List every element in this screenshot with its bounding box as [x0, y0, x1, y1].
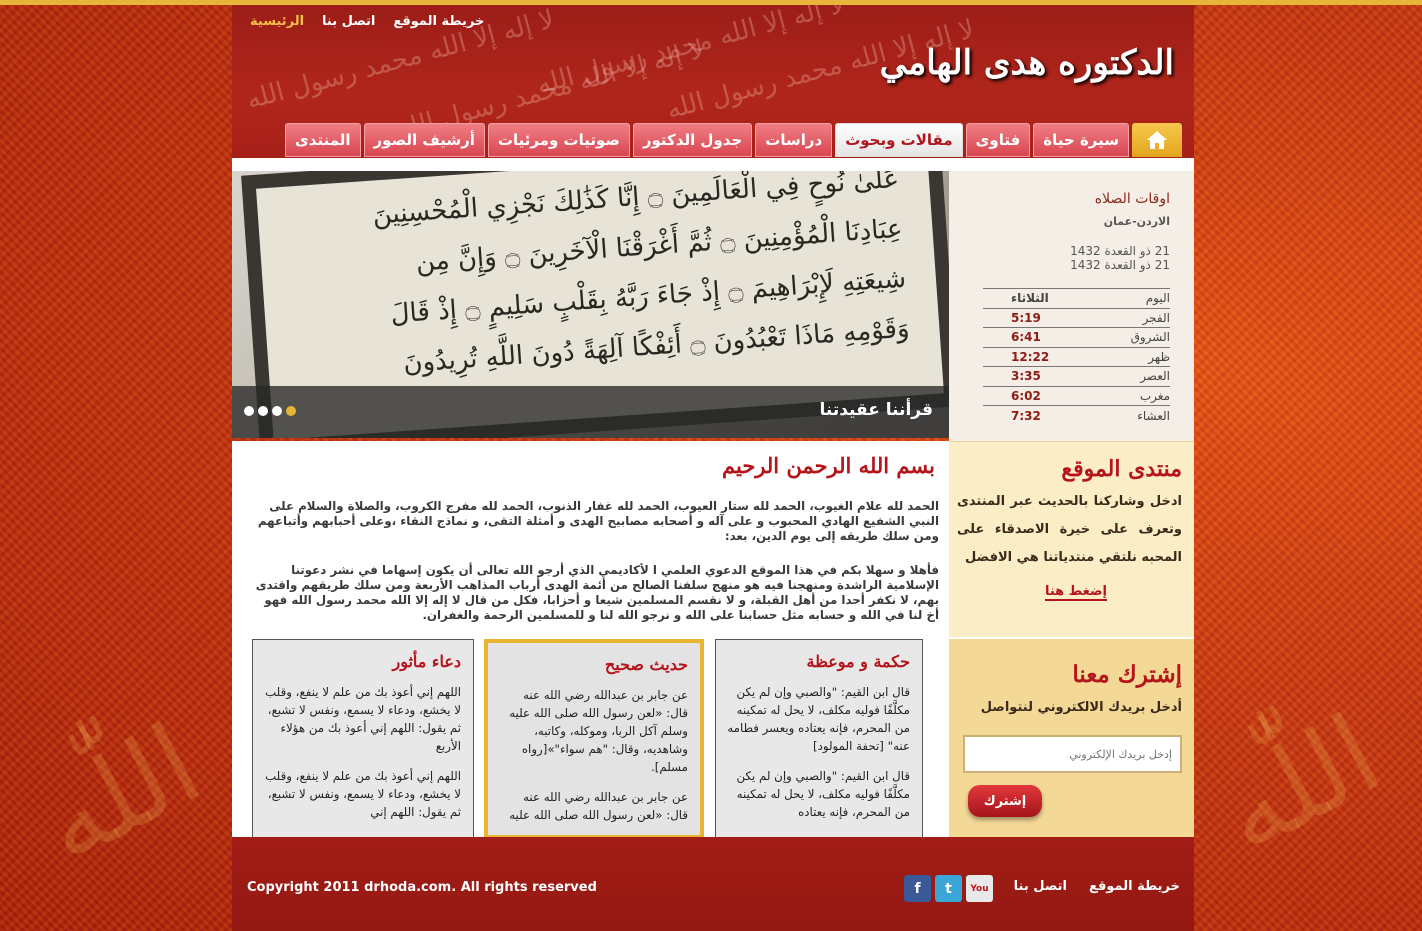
prayer-name: مغرب — [1100, 385, 1170, 406]
forum-title: منتدى الموقع — [1061, 456, 1182, 482]
nav-schedule[interactable]: جدول الدكتور — [632, 123, 753, 157]
top-link-sitemap[interactable]: خريطة الموقع — [393, 14, 484, 29]
page-container: لا إله إلا الله محمد رسول الله لا إله إل… — [232, 5, 1194, 931]
prayer-row: العصر 3:35 — [983, 366, 1170, 386]
nav-fatwas[interactable]: فتاوى — [965, 123, 1031, 157]
prayer-value: 6:41 — [983, 327, 1101, 347]
box-text: اللهم إني أعوذ بك من علم لا ينفع، وقلب ل… — [265, 769, 461, 819]
footer-links: اتصل بنا خريطة الموقع — [1014, 879, 1180, 894]
prayer-times-panel: اوقات الصلاه الاردن-عمان 21 ذو القعدة 14… — [949, 171, 1194, 441]
header-divider — [232, 158, 1194, 171]
box-title: حكمة و موعظة — [806, 652, 910, 671]
nav-media[interactable]: صوتيات ومرئيات — [487, 123, 630, 157]
hadith-box: حديث صحيح عن جابر بن عبدالله رضي الله عن… — [484, 639, 704, 837]
footer-link-sitemap[interactable]: خريطة الموقع — [1089, 879, 1180, 894]
prayer-date: 21 ذو القعدة 1432 — [1070, 258, 1170, 272]
prayer-name: الشروق — [1100, 327, 1170, 347]
home-button[interactable] — [1132, 123, 1182, 157]
nav-forum[interactable]: المنتدى — [285, 123, 361, 157]
prayer-row: ظهر 12:22 — [983, 346, 1170, 367]
slider-caption: قرأننا عقيدتنا — [819, 400, 933, 420]
youtube-icon[interactable]: You — [966, 875, 993, 902]
box-title: حديث صحيح — [604, 655, 688, 674]
email-field[interactable] — [963, 735, 1182, 773]
prayer-name: العشاء — [1100, 405, 1170, 425]
slider-dots — [244, 406, 296, 416]
prayer-name: الفجر — [1100, 307, 1170, 328]
forum-text: ادخل وشاركنا بالحديث عبر المنتدى وتعرف ع… — [957, 494, 1182, 565]
prayer-row: الفجر 5:19 — [983, 307, 1170, 328]
copyright: Copyright 2011 drhoda.com. All rights re… — [247, 880, 597, 895]
slider-dot[interactable] — [244, 406, 254, 416]
forum-panel: منتدى الموقع ادخل وشاركنا بالحديث عبر ال… — [949, 441, 1194, 637]
prayer-row: مغرب 6:02 — [983, 385, 1170, 406]
home-icon — [1147, 131, 1167, 149]
main-heading: بسم الله الرحمن الرحيم — [722, 453, 935, 478]
prayer-row: اليوم الثلاثاء — [983, 288, 1170, 308]
box-text: عن جابر بن عبدالله رضي الله عنه قال: «لع… — [509, 790, 688, 822]
background-calligraphy: اللّٰه — [19, 700, 221, 888]
prayer-value: 12:22 — [983, 346, 1101, 367]
prayer-date: 21 ذو القعدة 1432 — [1070, 244, 1170, 258]
prayer-value: 3:35 — [983, 366, 1101, 386]
box-text: عن جابر بن عبدالله رضي الله عنه قال: «لع… — [509, 688, 688, 774]
main-nav: سيرة حياة فتاوى مقالات وبحوث دراسات جدول… — [285, 123, 1182, 157]
subscribe-button[interactable]: إشترك — [968, 785, 1042, 817]
top-link-contact[interactable]: اتصل بنا — [322, 14, 375, 29]
prayer-value: 7:32 — [983, 405, 1101, 425]
site-header: لا إله إلا الله محمد رسول الله لا إله إل… — [232, 5, 1194, 158]
dua-box: دعاء مأثور اللهم إني أعوذ بك من علم لا ي… — [252, 639, 474, 837]
main-content: بسم الله الرحمن الرحيم الحمد لله علام ال… — [232, 441, 949, 837]
prayer-name: ظهر — [1100, 346, 1170, 367]
subscribe-desc: أدخل بريدك الالكتروني لنتواصل — [980, 700, 1182, 715]
subscribe-panel: إشترك معنا أدخل بريدك الالكتروني لنتواصل… — [949, 637, 1194, 837]
forum-link[interactable]: إضغط هنا — [1044, 584, 1107, 601]
box-text: اللهم إني أعوذ بك من علم لا ينفع، وقلب ل… — [265, 685, 461, 753]
slider-dot[interactable] — [272, 406, 282, 416]
prayer-value: 5:19 — [983, 307, 1101, 328]
footer-link-contact[interactable]: اتصل بنا — [1014, 879, 1067, 894]
prayer-name: العصر — [1100, 366, 1170, 386]
background-calligraphy: اللّٰه — [1199, 690, 1401, 878]
prayer-value: الثلاثاء — [983, 288, 1101, 308]
prayer-title: اوقات الصلاه — [1094, 191, 1170, 207]
site-footer: Copyright 2011 drhoda.com. All rights re… — [232, 837, 1194, 931]
nav-photo-archive[interactable]: أرشيف الصور — [363, 123, 485, 157]
nav-biography[interactable]: سيرة حياة — [1033, 123, 1129, 157]
slider-dot[interactable] — [258, 406, 268, 416]
top-links: الرئيسية اتصل بنا خريطة الموقع — [250, 14, 484, 29]
social-links: f t You — [904, 875, 993, 902]
nav-studies[interactable]: دراسات — [755, 123, 833, 157]
box-title: دعاء مأثور — [392, 652, 461, 671]
top-link-home[interactable]: الرئيسية — [250, 14, 304, 29]
prayer-table: اليوم الثلاثاء الفجر 5:19 الشروق 6:41 ظهر 12… — [983, 288, 1170, 425]
facebook-icon[interactable]: f — [904, 875, 931, 902]
prayer-row: العشاء 7:32 — [983, 405, 1170, 425]
box-text: قال ابن القيم: "والصبي وإن لم يكن مكلَّف… — [736, 769, 910, 819]
nav-articles[interactable]: مقالات وبحوث — [835, 123, 963, 157]
slider-caption-bar: قرأننا عقيدتنا — [232, 386, 949, 438]
twitter-icon[interactable]: t — [935, 875, 962, 902]
box-text: قال ابن القيم: "والصبي وإن لم يكن مكلَّف… — [727, 685, 910, 753]
subscribe-title: إشترك معنا — [1072, 661, 1182, 688]
prayer-name: اليوم — [1100, 288, 1170, 308]
welcome-paragraph: فأهلا و سهلا بكم في هذا الموقع الدعوي ال… — [255, 563, 939, 622]
intro-paragraph: الحمد لله علام الغيوب، الحمد لله ستار ال… — [257, 499, 939, 543]
site-title: الدكتوره هدى الهامي — [879, 43, 1174, 83]
prayer-location: الاردن-عمان — [1103, 215, 1170, 228]
image-slider[interactable]: عَلَىٰ نُوحٍ فِي الْعَالَمِينَ ۝ إِنَّا … — [232, 171, 949, 438]
slider-dot-active[interactable] — [286, 406, 296, 416]
prayer-value: 6:02 — [983, 385, 1101, 406]
wisdom-box: حكمة و موعظة قال ابن القيم: "والصبي وإن … — [715, 639, 923, 837]
prayer-row: الشروق 6:41 — [983, 327, 1170, 347]
